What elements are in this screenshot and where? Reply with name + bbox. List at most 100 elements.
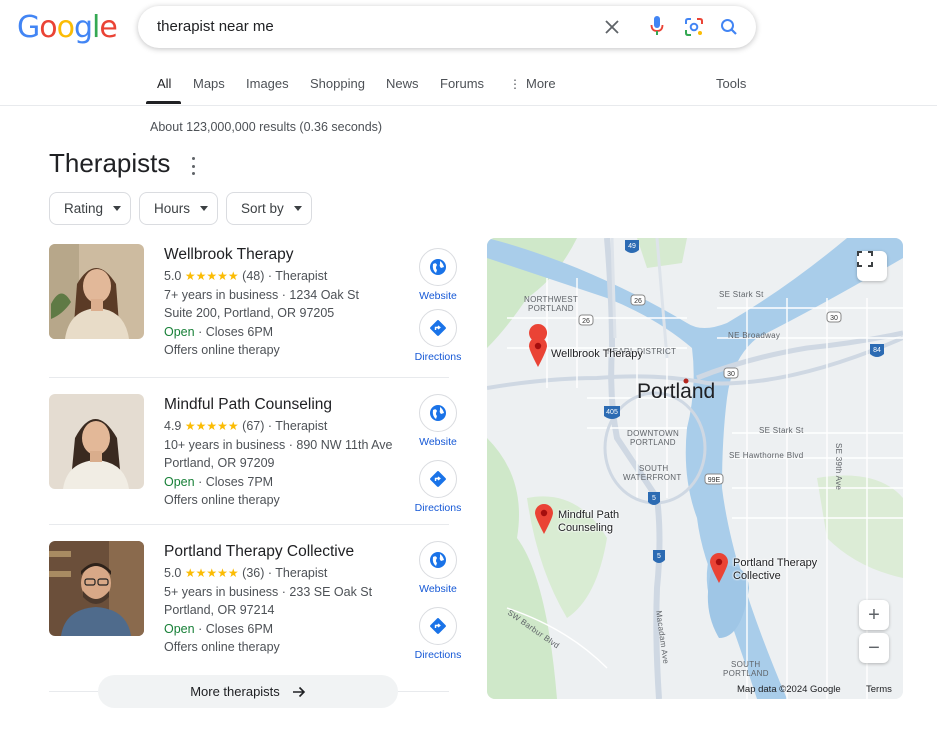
map-pin-label[interactable]: Wellbrook Therapy xyxy=(551,348,643,361)
globe-icon xyxy=(419,248,457,286)
caret-down-icon xyxy=(293,206,302,211)
online-therapy-note: Offers online therapy xyxy=(164,493,280,507)
pin-label-line: Counseling xyxy=(558,522,614,534)
directions-label: Directions xyxy=(414,649,462,661)
listing-years-address: 10+ years in business · 890 NW 11th Ave xyxy=(164,438,393,452)
therapist-photo[interactable] xyxy=(49,244,144,339)
search-input[interactable]: therapist near me xyxy=(157,18,274,35)
therapist-photo[interactable] xyxy=(49,394,144,489)
highway-shield: 30 xyxy=(830,315,838,322)
map-area-label: PORTLAND xyxy=(723,669,769,678)
highway-shield: 26 xyxy=(582,318,590,325)
more-dots-icon: ⋮ xyxy=(509,77,521,91)
map-area-label: DOWNTOWN xyxy=(627,429,680,438)
website-button[interactable]: Website xyxy=(408,394,468,448)
directions-button[interactable]: Directions xyxy=(408,460,468,514)
map-panel[interactable]: 405 5 5 84 26 26 30 99E 30 49 NORTHWEST … xyxy=(487,238,903,699)
highway-shield: 405 xyxy=(606,409,618,416)
directions-label: Directions xyxy=(414,502,462,514)
pin-label-line: Collective xyxy=(733,570,781,582)
map-area-label: NORTHWEST xyxy=(524,295,579,304)
map-area-label: SOUTH xyxy=(731,660,761,669)
pin-label-line: Portland Therapy xyxy=(733,557,818,569)
directions-button[interactable]: Directions xyxy=(408,607,468,661)
logo-letter: o xyxy=(56,10,75,45)
filter-sort-by[interactable]: Sort by xyxy=(226,192,312,225)
lens-icon[interactable] xyxy=(683,16,705,38)
tab-images[interactable]: Images xyxy=(246,76,289,91)
map-street-label: NE Broadway xyxy=(728,331,781,340)
filter-hours-label: Hours xyxy=(154,201,191,216)
closing-time: Closes 6PM xyxy=(205,325,274,339)
zoom-out-button[interactable]: − xyxy=(859,633,889,663)
review-count[interactable]: (67) xyxy=(242,419,264,433)
caret-down-icon xyxy=(200,206,209,211)
map-area-label: SOUTH xyxy=(639,464,669,473)
search-icon[interactable] xyxy=(718,16,740,38)
address-line-2: Suite 200, Portland, OR 97205 xyxy=(164,306,335,320)
highway-shield: 84 xyxy=(873,347,881,354)
filter-rating-label: Rating xyxy=(64,201,104,216)
listing-rating-line: 5.0 ★★★★★ (36) · Therapist xyxy=(164,566,328,580)
map-street-label: SE 39th Ave xyxy=(834,443,843,491)
listing-card[interactable]: Wellbrook Therapy 5.0 ★★★★★ (48) · Thera… xyxy=(49,244,461,384)
tab-forums[interactable]: Forums xyxy=(440,76,484,91)
tab-tools[interactable]: Tools xyxy=(716,76,746,91)
tab-news[interactable]: News xyxy=(386,76,419,91)
listing-divider xyxy=(49,377,449,378)
star-rating-icon: ★★★★★ xyxy=(184,566,239,580)
zoom-in-icon: + xyxy=(868,603,880,626)
filter-sort-label: Sort by xyxy=(241,201,284,216)
address-line-1: 1234 Oak St xyxy=(289,288,359,302)
listing-card[interactable]: Mindful Path Counseling 4.9 ★★★★★ (67) ·… xyxy=(49,394,461,534)
therapist-photo[interactable] xyxy=(49,541,144,636)
globe-icon xyxy=(419,541,457,579)
zoom-in-button[interactable]: + xyxy=(859,600,889,630)
microphone-icon[interactable] xyxy=(646,15,668,37)
close-icon[interactable] xyxy=(601,16,623,38)
map-terms-link[interactable]: Terms xyxy=(866,684,892,695)
website-label: Website xyxy=(419,583,457,595)
search-tabs: All Maps Images Shopping News Forums ⋮ Mo… xyxy=(0,62,937,106)
fullscreen-button[interactable] xyxy=(857,251,887,281)
years-in-business: 10+ years in business xyxy=(164,438,286,452)
website-label: Website xyxy=(419,436,457,448)
tab-all[interactable]: All xyxy=(157,76,171,91)
listing-name[interactable]: Wellbrook Therapy xyxy=(164,246,294,264)
online-therapy-note: Offers online therapy xyxy=(164,640,280,654)
filter-rating[interactable]: Rating xyxy=(49,192,131,225)
zoom-out-icon: − xyxy=(868,636,880,659)
fullscreen-icon xyxy=(857,251,873,267)
tab-maps[interactable]: Maps xyxy=(193,76,225,91)
more-therapists-button[interactable]: More therapists xyxy=(98,675,398,708)
kebab-menu-icon[interactable] xyxy=(186,157,200,175)
google-logo[interactable]: Google xyxy=(17,10,118,45)
listing-name[interactable]: Portland Therapy Collective xyxy=(164,543,354,561)
website-button[interactable]: Website xyxy=(408,541,468,595)
map-pin-label[interactable]: Portland Therapy Collective xyxy=(733,557,817,583)
website-button[interactable]: Website xyxy=(408,248,468,302)
tab-more[interactable]: ⋮ More xyxy=(509,76,556,91)
more-divider xyxy=(398,691,449,692)
map-pin-label[interactable]: Mindful Path Counseling xyxy=(558,509,619,535)
listing-card[interactable]: Portland Therapy Collective 5.0 ★★★★★ (3… xyxy=(49,541,461,681)
review-count[interactable]: (36) xyxy=(242,566,264,580)
arrow-right-icon xyxy=(292,686,305,697)
search-box[interactable]: therapist near me xyxy=(138,6,756,48)
more-therapists-label: More therapists xyxy=(190,684,280,699)
directions-button[interactable]: Directions xyxy=(408,309,468,363)
rating-value: 5.0 xyxy=(164,566,182,580)
address-line-1: 890 NW 11th Ave xyxy=(296,438,393,452)
review-count[interactable]: (48) xyxy=(242,269,264,283)
highway-shield: 49 xyxy=(628,243,636,250)
years-in-business: 5+ years in business xyxy=(164,585,279,599)
map-city-label: Portland xyxy=(637,380,716,403)
filter-hours[interactable]: Hours xyxy=(139,192,218,225)
directions-icon xyxy=(419,460,457,498)
years-in-business: 7+ years in business xyxy=(164,288,279,302)
open-status: Open xyxy=(164,622,195,636)
website-label: Website xyxy=(419,290,457,302)
listing-name[interactable]: Mindful Path Counseling xyxy=(164,396,332,414)
tab-shopping[interactable]: Shopping xyxy=(310,76,365,91)
rating-value: 4.9 xyxy=(164,419,182,433)
